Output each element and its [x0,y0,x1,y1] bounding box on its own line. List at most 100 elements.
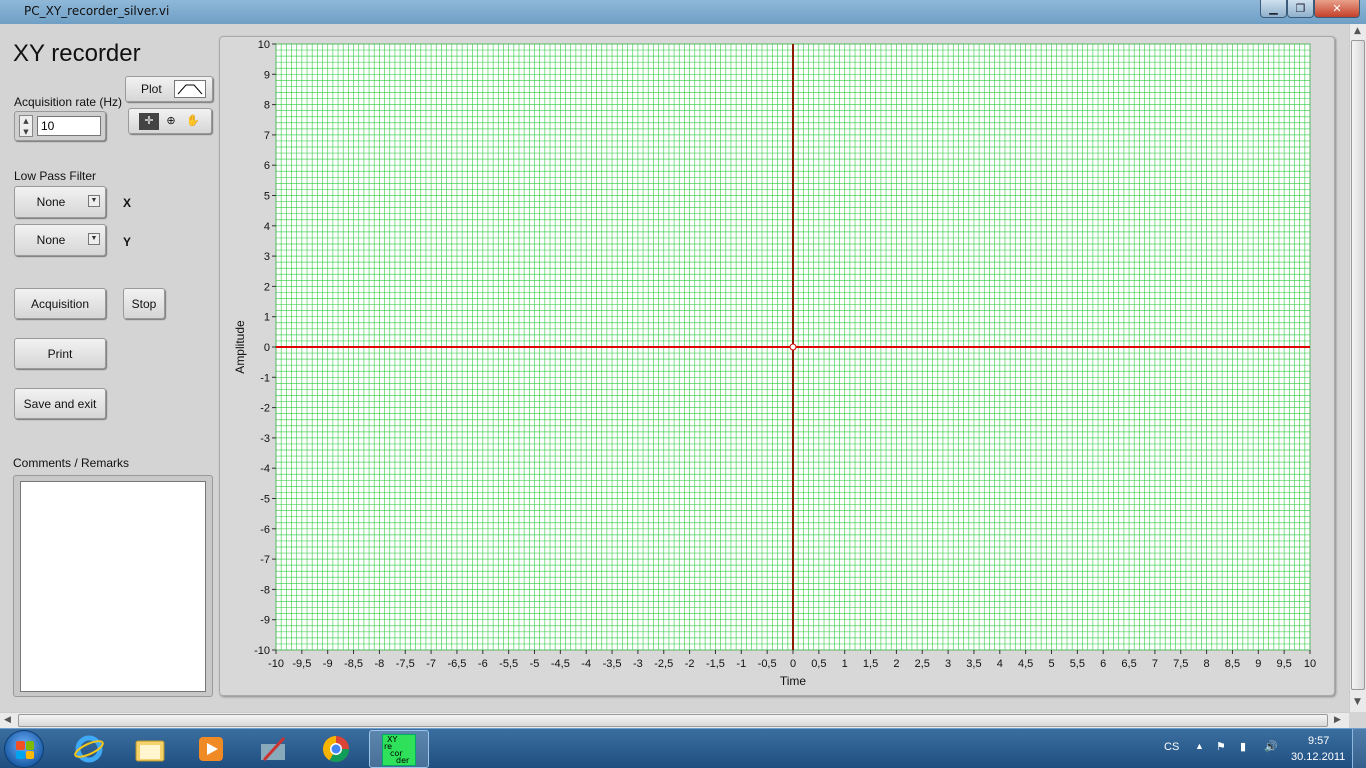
x-tick-label: 4 [997,658,1003,670]
plot-legend-label: Plot [141,82,162,96]
scroll-left-icon[interactable]: ◀ [4,715,11,725]
close-icon: ✕ [1332,2,1342,15]
window-title: PC_XY_recorder_silver.vi [24,4,170,18]
x-tick-label: -8 [375,658,385,670]
x-tick-label: 9 [1255,658,1261,670]
decrement-icon[interactable]: ▼ [20,127,32,138]
acquisition-rate-stepper[interactable]: ▲ ▼ [19,115,33,137]
x-tick-label: 5 [1048,658,1054,670]
scroll-right-icon[interactable]: ▶ [1334,715,1341,725]
plot-legend[interactable]: Plot [125,76,213,102]
show-desktop-button[interactable] [1352,729,1366,768]
chevron-down-icon[interactable]: ▼ [88,233,100,245]
paint-tool-icon[interactable] [256,732,290,766]
acquisition-rate-label: Acquisition rate (Hz) [14,95,123,109]
graph-palette: ✛ ⊕ ✋ [128,108,212,134]
media-player-icon[interactable] [194,732,228,766]
y-tick-label: -5 [260,494,270,506]
x-tick-label: 0,5 [811,658,826,670]
x-tick-label: 10 [1304,658,1316,670]
x-tick-label: -1 [736,658,746,670]
internet-explorer-icon[interactable] [72,732,106,766]
volume-icon[interactable]: 🔊 [1264,740,1278,753]
y-tick-label: 6 [264,160,270,172]
print-button[interactable]: Print [14,338,106,369]
y-tick-label: 5 [264,191,270,203]
x-tick-label: -9 [323,658,333,670]
x-tick-label: 5,5 [1070,658,1085,670]
y-tick-label: -2 [260,403,270,415]
y-tick-label: 4 [264,221,270,233]
x-tick-label: 0 [790,658,796,670]
acquisition-button[interactable]: Acquisition [14,288,106,319]
filter-y-select[interactable]: None ▼ [14,224,106,256]
x-tick-label: 3 [945,658,951,670]
network-icon[interactable]: ▮ [1240,740,1246,753]
start-button[interactable] [4,730,44,768]
save-and-exit-button[interactable]: Save and exit [14,388,106,419]
low-pass-filter-label: Low Pass Filter [14,169,97,183]
x-tick-label: -4,5 [551,658,570,670]
file-explorer-icon[interactable] [133,732,167,766]
title-bar: PC_XY_recorder_silver.vi ▁ ❐ ✕ [0,0,1366,24]
x-tick-label: -10 [268,658,284,670]
acquisition-rate-input[interactable]: 10 [37,116,101,136]
x-tick-label: 2 [893,658,899,670]
taskbar: XY re cor der CS ▲ ⚑ ▮ 🔊 9:57 30.12.2011 [0,728,1366,768]
show-hidden-icons[interactable]: ▲ [1195,741,1204,751]
maximize-button[interactable]: ❐ [1287,0,1314,18]
filter-x-label: X [123,196,132,210]
language-indicator[interactable]: CS [1164,741,1179,753]
line-style-icon [177,84,203,95]
x-tick-label: -5 [530,658,540,670]
y-tick-label: 9 [264,69,270,81]
plot-style-swatch[interactable] [174,80,206,98]
vertical-scrollbar[interactable]: ▲ ▼ [1349,24,1366,712]
action-center-icon[interactable]: ⚑ [1216,740,1226,753]
y-tick-label: -9 [260,615,270,627]
xy-recorder-taskbar-button[interactable]: XY re cor der [369,730,429,768]
chrome-icon[interactable] [319,732,353,766]
page-title: XY recorder [13,40,141,67]
x-tick-label: 4,5 [1018,658,1033,670]
horizontal-scroll-thumb[interactable] [18,714,1328,727]
filter-x-select[interactable]: None ▼ [14,186,106,218]
y-tick-label: -1 [260,372,270,384]
scroll-down-icon[interactable]: ▼ [1354,697,1361,707]
xy-graph: -10 -9,5 -9 -8,5 -8 -7,5 -7 -6,5 -6 -5,5 -5 -4,5 -4-… [219,36,1335,696]
stop-button[interactable]: Stop [123,288,165,319]
y-tick-label: 3 [264,251,270,263]
x-tick-label: -7,5 [396,658,415,670]
close-button[interactable]: ✕ [1314,0,1360,18]
x-tick-label: -1,5 [706,658,725,670]
zoom-tool-icon[interactable]: ⊕ [161,113,181,130]
x-tick-label: -5,5 [499,658,518,670]
vertical-scroll-thumb[interactable] [1351,40,1365,690]
horizontal-scrollbar[interactable]: ◀ ▶ [0,712,1349,728]
pan-hand-icon[interactable]: ✋ [183,113,203,130]
y-tick-label: 7 [264,130,270,142]
xy-graph-plot[interactable]: -10 -9,5 -9 -8,5 -8 -7,5 -7 -6,5 -6 -5,5 -5 -4,5 -4-… [220,37,1334,695]
clock-date[interactable]: 30.12.2011 [1291,751,1345,763]
y-tick-label: -3 [260,433,270,445]
scroll-up-icon[interactable]: ▲ [1354,26,1361,36]
comments-input[interactable] [20,481,206,692]
x-tick-label: -8,5 [344,658,363,670]
clock-time[interactable]: 9:57 [1308,735,1329,747]
y-tick-label: -10 [254,645,270,657]
chevron-down-icon[interactable]: ▼ [88,195,100,207]
x-tick-label: -0,5 [758,658,777,670]
y-tick-label: 1 [264,312,270,324]
x-tick-label: 8,5 [1225,658,1240,670]
front-panel: XY recorder Acquisition rate (Hz) ▲ ▼ 10… [0,24,1366,728]
y-tick-label: 8 [264,100,270,112]
x-tick-label: 3,5 [966,658,981,670]
x-tick-label: 1 [842,658,848,670]
minimize-button[interactable]: ▁ [1260,0,1287,18]
cursor-tool-icon[interactable]: ✛ [139,113,159,130]
minimize-icon: ▁ [1269,2,1278,15]
acquisition-rate-control: ▲ ▼ 10 [14,111,106,141]
increment-icon[interactable]: ▲ [20,116,32,127]
cursor-marker [789,343,797,351]
y-tick-label: -8 [260,584,270,596]
